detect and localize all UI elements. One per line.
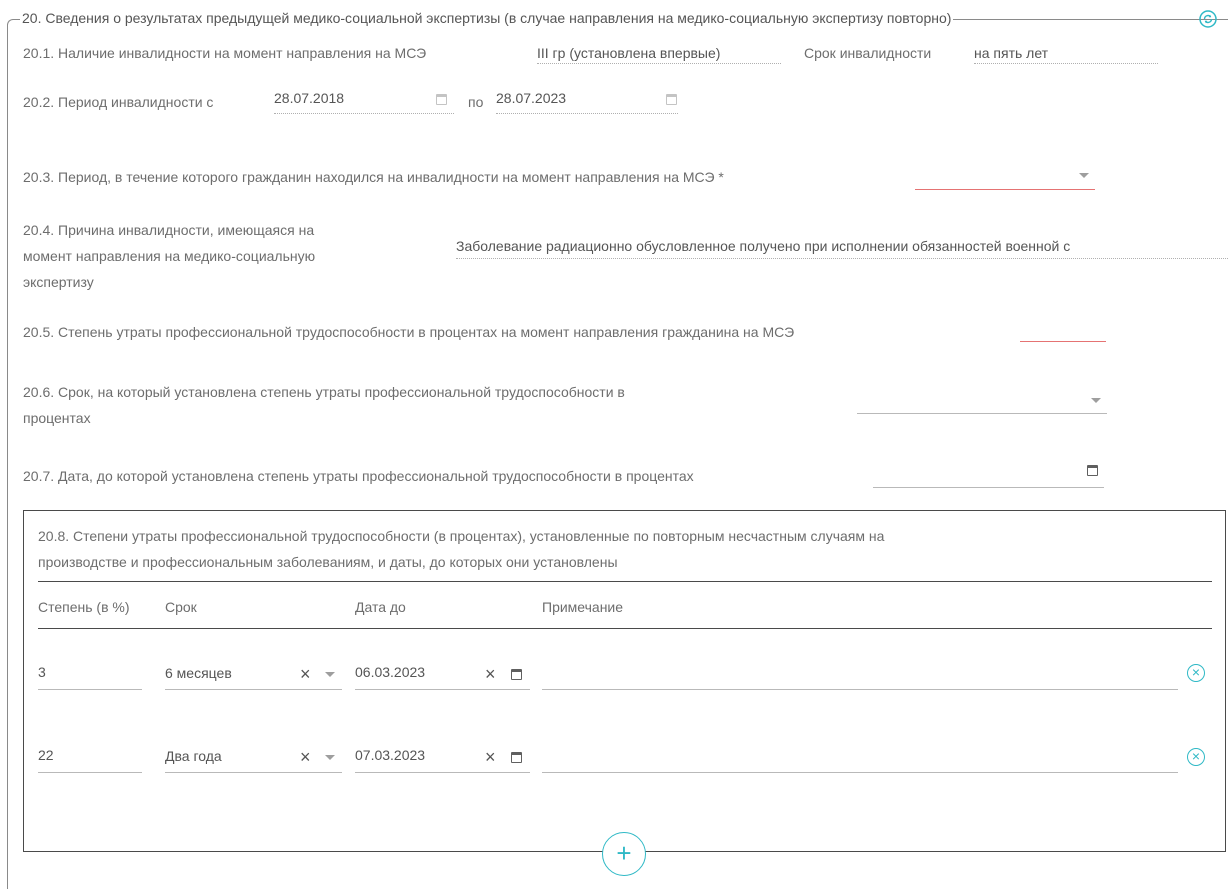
column-header-divider: [38, 628, 1212, 629]
note-input[interactable]: [542, 662, 1178, 690]
clear-icon[interactable]: ×: [485, 665, 496, 683]
degree-input[interactable]: 3: [38, 662, 142, 690]
calendar-icon[interactable]: [511, 669, 522, 680]
period-from-field[interactable]: 28.07.2018: [274, 88, 454, 114]
clear-icon[interactable]: ×: [300, 748, 311, 766]
clear-icon[interactable]: ×: [300, 665, 311, 683]
term-value: 6 месяцев: [165, 665, 232, 681]
degree-value: 3: [38, 664, 46, 680]
calendar-icon[interactable]: [666, 94, 677, 105]
calendar-icon[interactable]: [1087, 465, 1098, 476]
work-loss-percent-input[interactable]: [1020, 318, 1106, 342]
remove-row-icon[interactable]: ×: [1187, 748, 1205, 766]
disability-duration-select[interactable]: [915, 164, 1095, 190]
degree-value: 22: [38, 747, 54, 763]
calendar-icon[interactable]: [511, 752, 522, 763]
table-header-divider: [38, 581, 1212, 582]
work-loss-date-label: 20.7. Дата, до которой установлена степе…: [23, 468, 694, 484]
remove-row-icon[interactable]: ×: [1187, 664, 1205, 682]
column-term: Срок: [165, 599, 197, 615]
plus-icon: +: [616, 838, 632, 868]
section-title: 20. Сведения о результатах предыдущей ме…: [20, 8, 954, 28]
work-loss-percent-label: 20.5. Степень утраты профессиональной тр…: [23, 324, 795, 340]
degree-input[interactable]: 22: [38, 745, 142, 773]
disability-cause-label: 20.4. Причина инвалидности, имеющаяся на…: [23, 222, 316, 290]
note-input[interactable]: [542, 745, 1178, 773]
disability-period-label: 20.2. Период инвалидности с: [23, 94, 214, 110]
date-field[interactable]: 07.03.2023 ×: [355, 745, 530, 773]
column-note: Примечание: [542, 599, 624, 615]
date-value: 06.03.2023: [355, 664, 426, 680]
chevron-down-icon[interactable]: [325, 755, 335, 760]
chevron-down-icon: [1091, 398, 1101, 403]
date-field[interactable]: 06.03.2023 ×: [355, 662, 530, 690]
period-from-value: 28.07.2018: [274, 90, 345, 106]
refresh-icon[interactable]: [1199, 10, 1217, 28]
clear-icon[interactable]: ×: [485, 748, 496, 766]
period-to-field[interactable]: 28.07.2023: [496, 88, 678, 114]
term-value: Два года: [165, 748, 222, 764]
add-row-button[interactable]: +: [602, 832, 646, 876]
chevron-down-icon[interactable]: [325, 672, 335, 677]
chevron-down-icon: [1079, 173, 1089, 178]
column-degree: Степень (в %): [38, 599, 130, 615]
work-loss-history-title: 20.8. Степени утраты профессиональной тр…: [38, 528, 885, 570]
disability-term-label: Срок инвалидности: [804, 45, 932, 61]
date-value: 07.03.2023: [355, 747, 426, 763]
period-to-value: 28.07.2023: [496, 90, 567, 106]
work-loss-term-select[interactable]: [857, 388, 1107, 414]
frame-line-right: [1219, 19, 1228, 20]
disability-duration-label: 20.3. Период, в течение которого граждан…: [23, 169, 724, 185]
disability-cause-value[interactable]: Заболевание радиационно обусловленное по…: [456, 234, 1228, 259]
work-loss-date-field[interactable]: [873, 460, 1104, 488]
term-select[interactable]: 6 месяцев ×: [165, 662, 342, 690]
term-select[interactable]: Два года ×: [165, 745, 342, 773]
disability-label: 20.1. Наличие инвалидности на момент нап…: [23, 45, 427, 61]
column-date: Дата до: [355, 599, 406, 615]
work-loss-term-label: 20.6. Срок, на который установлена степе…: [23, 384, 625, 426]
period-to-label: по: [468, 94, 484, 110]
calendar-icon[interactable]: [436, 94, 447, 105]
disability-value[interactable]: III гр (установлена впервые): [537, 43, 781, 64]
disability-term-value[interactable]: на пять лет: [974, 43, 1158, 64]
